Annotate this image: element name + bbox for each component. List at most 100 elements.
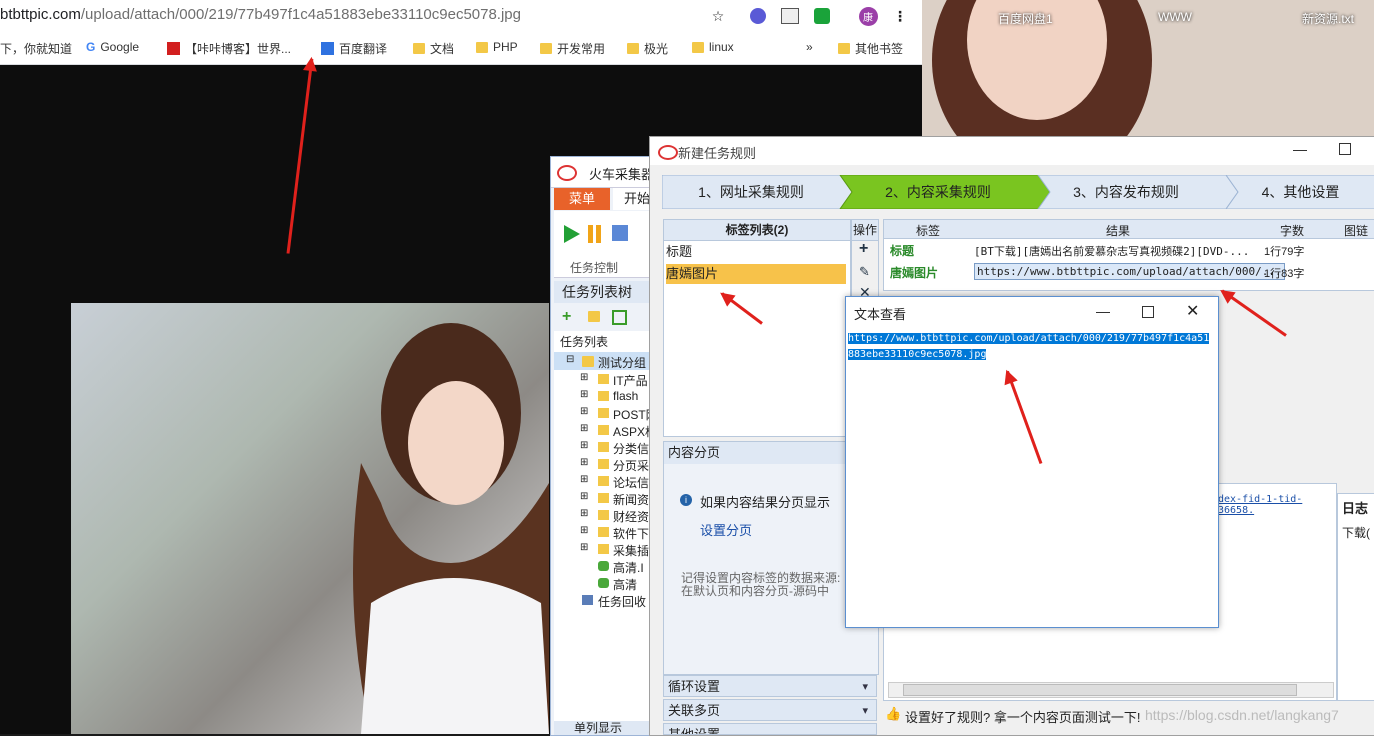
tree-item[interactable]: ⊞ 新闻资	[554, 490, 661, 507]
bookmark-item-google[interactable]: G Google	[86, 40, 139, 54]
selected-url-line-1: https://www.btbttpic.com/upload/attach/0…	[848, 333, 1210, 344]
desktop-icon-txt[interactable]: 新资源.txt	[1302, 10, 1354, 27]
rule-window-title: 新建任务规则	[678, 146, 757, 161]
task-control-label: 任务控制	[570, 261, 619, 275]
minimize-icon[interactable]: —	[1096, 303, 1110, 319]
tree-root-group[interactable]: ⊟ 测试分组	[554, 352, 661, 370]
url-text[interactable]: btbttpic.com/upload/attach/000/219/77b49…	[0, 6, 521, 23]
stop-icon[interactable]	[612, 225, 628, 241]
tree-item[interactable]: ⊞ 分页采	[554, 456, 661, 473]
tree-item[interactable]: ⊞ 采集插	[554, 541, 661, 558]
tree-item[interactable]: 高清	[554, 575, 661, 592]
locomotive-titlebar: 火车采集器	[551, 157, 661, 188]
bookmark-folder[interactable]: linux	[692, 40, 734, 54]
other-settings-section[interactable]: 其他设置	[663, 723, 877, 735]
source-link[interactable]: dex-fid-1-tid-36658.	[1218, 494, 1336, 516]
maximize-icon[interactable]	[1339, 143, 1351, 155]
tree-item[interactable]: ⊞ ASPX格	[554, 422, 661, 439]
table-row[interactable]: 标题 [BT下载][唐嫣出名前爱慕杂志写真视频碟2][DVD-... 1行79字	[884, 240, 1374, 260]
expand-icon[interactable]: ⊞	[580, 423, 588, 434]
tree-item[interactable]: ⊞ 财经资	[554, 507, 661, 524]
minimize-icon[interactable]: —	[1293, 141, 1307, 157]
step-publish-rules[interactable]: 3、内容发布规则	[1038, 175, 1214, 209]
folder-icon[interactable]	[588, 311, 600, 325]
edit-tag-icon[interactable]: ✎	[859, 264, 870, 280]
tree-toolbar: +	[554, 305, 661, 329]
tree-item[interactable]: ⊞ 软件下	[554, 524, 661, 541]
expand-icon[interactable]: ⊞	[580, 474, 588, 485]
tree-item[interactable]: ⊞ 分类信	[554, 439, 661, 456]
tree-item[interactable]: 任务回收	[554, 592, 661, 609]
related-pages-section[interactable]: 关联多页 ▾	[663, 699, 877, 721]
expand-icon[interactable]: ⊞	[580, 491, 588, 502]
set-pagination-link[interactable]: 设置分页	[700, 520, 752, 539]
star-icon[interactable]: ☆	[708, 6, 728, 26]
pause-icon[interactable]	[588, 225, 593, 243]
bookmark-item[interactable]: 【咔咔博客】世界...	[167, 40, 291, 57]
tree-item-label: 分类信	[613, 442, 650, 456]
bookmark-folder[interactable]: PHP	[476, 40, 518, 54]
bookmark-item[interactable]: 百度翻译	[321, 40, 387, 57]
single-column-toggle[interactable]: 单列显示	[554, 721, 661, 735]
tree-item-label: 分页采	[613, 459, 650, 473]
folder-icon	[598, 459, 609, 469]
test-prompt-text: 设置好了规则? 拿一个内容页面测试一下!	[905, 710, 1141, 725]
add-icon[interactable]: +	[562, 308, 571, 326]
translate-icon	[321, 42, 334, 55]
tree-item-label: IT产品	[613, 374, 648, 388]
tree-item-label: 高清	[613, 578, 638, 592]
avatar[interactable]: 康	[858, 6, 878, 26]
more-bookmarks[interactable]: »	[806, 40, 813, 54]
bookmark-folder-other[interactable]: 其他书签	[838, 40, 903, 57]
expand-icon[interactable]	[612, 310, 627, 325]
portrait-photo	[353, 323, 549, 734]
desktop-icon-baidu[interactable]: 百度网盘1	[998, 10, 1053, 27]
expand-icon[interactable]: ⊞	[580, 440, 588, 451]
close-icon[interactable]: ✕	[1186, 301, 1199, 321]
shield-icon[interactable]	[812, 6, 832, 26]
tag-item-title[interactable]: 标题	[666, 242, 846, 262]
calendar-icon[interactable]	[780, 6, 800, 26]
maximize-icon[interactable]	[1142, 306, 1154, 318]
results-header: 标签 结果 字数 图链	[884, 220, 1374, 239]
expand-icon[interactable]: ⊞	[580, 372, 588, 383]
extension-icon[interactable]	[748, 6, 768, 26]
step-content-rules[interactable]: 2、内容采集规则	[850, 175, 1026, 209]
expand-icon[interactable]: ⊞	[580, 542, 588, 553]
viewer-text-area[interactable]: https://www.btbttpic.com/upload/attach/0…	[848, 331, 1214, 363]
expand-icon[interactable]: ⊞	[580, 508, 588, 519]
tree-item-label: flash	[613, 389, 639, 403]
step-other-settings[interactable]: 4、其他设置	[1226, 175, 1374, 209]
tree-item[interactable]: ⊞ flash	[554, 388, 661, 405]
horizontal-scrollbar[interactable]	[888, 682, 1334, 698]
task-list-panel: 任务列表 ⊟ 测试分组 ⊞ IT产品 ⊞ flash ⊞ POST网 ⊞ ASPX格 ⊞ 分类信 ⊞…	[554, 331, 661, 735]
app-logo-icon	[557, 165, 577, 181]
folder-icon	[540, 43, 552, 54]
folder-icon	[598, 408, 609, 418]
loop-settings-section[interactable]: 循环设置 ▾	[663, 675, 877, 697]
tag-item-image[interactable]: 唐嫣图片	[666, 264, 846, 284]
thumb-up-icon: 👍	[885, 706, 902, 721]
add-tag-icon[interactable]: +	[859, 240, 868, 258]
table-row[interactable]: 唐嫣图片 https://www.btbttpic.com/upload/att…	[884, 262, 1374, 282]
step-url-rules[interactable]: 1、网址采集规则	[662, 175, 840, 209]
expand-icon[interactable]: ⊞	[580, 389, 588, 400]
play-icon[interactable]	[564, 225, 580, 243]
bookmark-folder[interactable]: 文档	[413, 40, 454, 57]
desktop-icon-www[interactable]: WWW	[1158, 10, 1192, 24]
tree-item[interactable]: ⊞ IT产品	[554, 371, 661, 388]
tree-item[interactable]: 高清.I	[554, 558, 661, 575]
expand-icon[interactable]: ⊞	[580, 525, 588, 536]
tab-menu[interactable]: 菜单	[554, 188, 610, 210]
bookmark-folder[interactable]: 开发常用	[540, 40, 605, 57]
tree-item[interactable]: ⊞ 论坛信	[554, 473, 661, 490]
expand-icon[interactable]: ⊞	[580, 406, 588, 417]
expand-icon[interactable]: ⊞	[580, 457, 588, 468]
bookmark-item[interactable]: 下，你就知道	[0, 40, 72, 57]
more-menu-icon[interactable]: ⋮	[890, 6, 910, 26]
page-info-text: 如果内容结果分页显示	[700, 495, 831, 510]
address-bar[interactable]: btbttpic.com/upload/attach/000/219/77b49…	[0, 0, 922, 33]
bookmark-folder[interactable]: 极光	[627, 40, 668, 57]
tree-item[interactable]: ⊞ POST网	[554, 405, 661, 422]
locomotive-window: 火车采集器 菜单 开始 任务控制 任务列表树 + 任务列表 ⊟ 测试分组 ⊞ IT…	[550, 156, 662, 736]
